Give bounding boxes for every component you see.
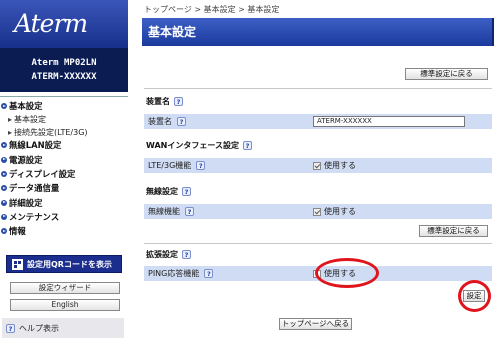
row-device-name: 装置名? ATERM-XXXXXX <box>144 114 492 130</box>
sub-arrow-icon: ▸ <box>8 127 13 137</box>
nav-display[interactable]: ディスプレイ設定 <box>0 167 128 181</box>
arrow-icon <box>1 156 7 163</box>
nav-maintenance[interactable]: メンテナンス <box>0 210 128 224</box>
model-name: Aterm MP02LN <box>31 58 97 68</box>
arrow-icon <box>1 228 7 235</box>
help-icon: ? <box>6 323 15 333</box>
english-button[interactable]: English <box>10 299 120 311</box>
section-device-name: 装置名? <box>146 96 183 107</box>
highlight-circle <box>458 280 491 312</box>
arrow-icon <box>1 199 7 206</box>
main-content: トップページ > 基本設定 > 基本設定 基本設定 標準設定に戻る 装置名? 装… <box>142 0 494 343</box>
reset-defaults-button[interactable]: 標準設定に戻る <box>419 225 488 237</box>
device-name-input[interactable]: ATERM-XXXXXX <box>313 116 465 127</box>
section-wireless: 無線設定? <box>146 186 191 197</box>
help-icon[interactable]: ? <box>182 187 191 196</box>
nav-info[interactable]: 情報 <box>0 224 128 238</box>
help-icon[interactable]: ? <box>204 269 214 278</box>
lte-3g-checkbox[interactable] <box>313 161 321 170</box>
row-wireless: 無線機能? 使用する <box>144 204 492 220</box>
help-icon[interactable]: ? <box>242 141 252 150</box>
qr-icon <box>12 258 23 270</box>
side-nav: 基本設定 ▸ 基本設定 ▸ 接続先設定(LTE/3G) 無線LAN設定 電源設定 デ… <box>0 96 128 238</box>
help-icon[interactable]: ? <box>185 207 194 216</box>
help-icon[interactable]: ? <box>196 161 206 170</box>
nav-basic-settings[interactable]: 基本設定 <box>0 99 128 113</box>
divider <box>144 88 492 89</box>
arrow-icon <box>1 103 7 110</box>
highlight-circle <box>315 258 379 288</box>
help-icon[interactable]: ? <box>182 250 191 259</box>
breadcrumb: トップページ > 基本設定 > 基本設定 <box>144 5 280 14</box>
row-lte-3g: LTE/3G機能? 使用する <box>144 158 492 174</box>
back-to-top-button[interactable]: トップページへ戻る <box>279 318 352 330</box>
section-wan: WANインタフェース設定? <box>146 140 252 151</box>
aterm-logo: Aterm <box>0 0 128 48</box>
nav-advanced[interactable]: 詳細設定 <box>0 195 128 209</box>
section-extended: 拡張設定? <box>146 249 191 260</box>
sidebar: Aterm Aterm MP02LN ATERM-XXXXXX 基本設定 ▸ 基本… <box>0 0 128 343</box>
nav-wireless-lan[interactable]: 無線LAN設定 <box>0 138 128 152</box>
reset-defaults-button-top[interactable]: 標準設定に戻る <box>405 68 488 80</box>
arrow-icon <box>1 213 7 220</box>
setup-wizard-button[interactable]: 設定ウィザード <box>10 282 120 294</box>
nav-sub-connection[interactable]: ▸ 接続先設定(LTE/3G) <box>0 126 128 139</box>
nav-sub-basic-settings[interactable]: ▸ 基本設定 <box>0 113 128 126</box>
nav-data-usage[interactable]: データ通信量 <box>0 181 128 195</box>
arrow-icon <box>1 185 7 192</box>
model-info: Aterm MP02LN ATERM-XXXXXX <box>0 48 128 92</box>
device-id: ATERM-XXXXXX <box>31 72 97 82</box>
nav-power[interactable]: 電源設定 <box>0 153 128 167</box>
arrow-icon <box>1 142 7 149</box>
sub-arrow-icon: ▸ <box>8 115 13 125</box>
divider <box>144 243 492 244</box>
help-display[interactable]: ? ヘルプ表示 <box>2 318 124 338</box>
help-icon[interactable]: ? <box>177 117 186 126</box>
help-icon[interactable]: ? <box>174 97 183 106</box>
qr-code-button[interactable]: 設定用QRコードを表示 <box>6 255 122 273</box>
wireless-checkbox[interactable] <box>313 207 321 216</box>
page-title: 基本設定 <box>142 18 494 46</box>
arrow-icon <box>1 171 7 178</box>
